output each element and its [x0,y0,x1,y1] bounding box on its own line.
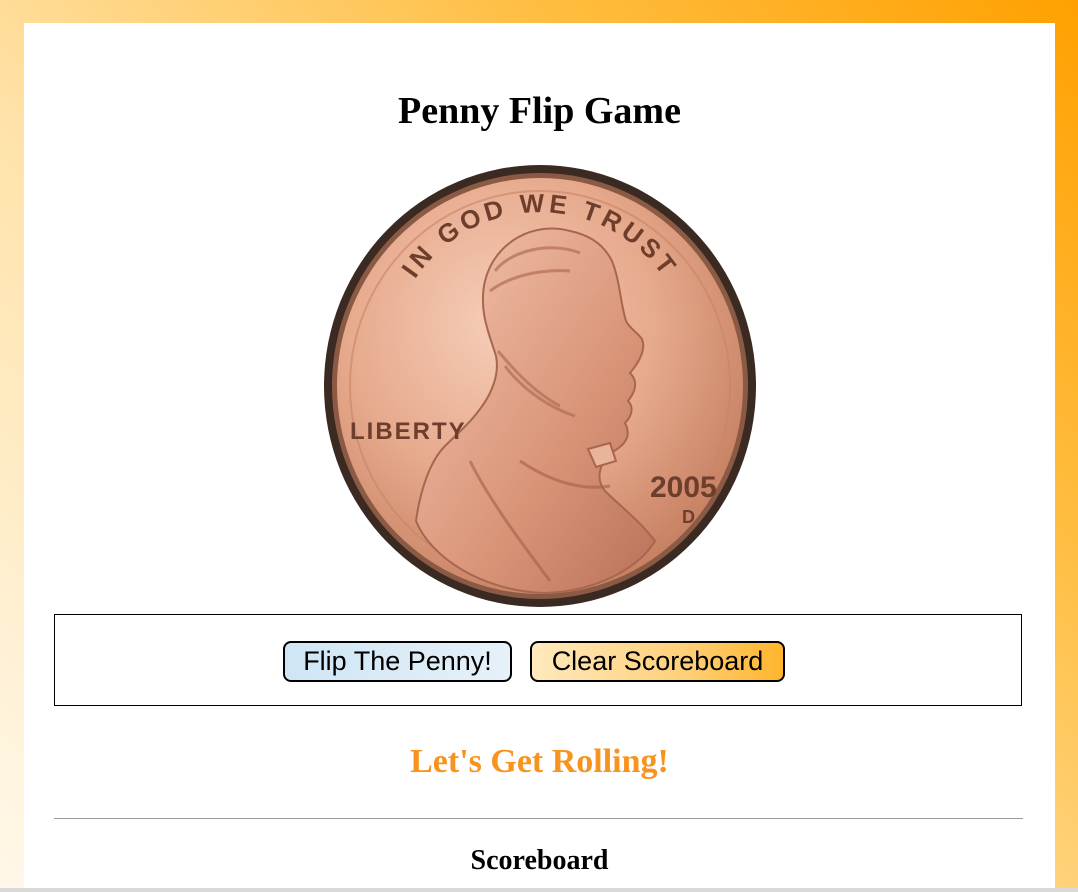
penny-image: IN GOD WE TRUST LIBERTY 2005 D [320,161,760,611]
page-title: Penny Flip Game [398,90,681,132]
divider [54,818,1023,819]
penny-heads-icon: IN GOD WE TRUST LIBERTY 2005 D [324,165,756,607]
coin-year: 2005 [650,471,717,504]
coin-mint-mark: D [682,507,695,527]
clear-scoreboard-button[interactable]: Clear Scoreboard [530,641,785,682]
horizontal-scrollbar-track [0,888,1078,892]
controls-panel: Flip The Penny! Clear Scoreboard [54,614,1022,706]
scoreboard-heading: Scoreboard [470,845,609,876]
game-card: Penny Flip Game IN GOD WE TRUST LIBERTY … [24,23,1055,892]
flip-penny-button[interactable]: Flip The Penny! [283,641,512,682]
status-message: Let's Get Rolling! [410,743,669,780]
coin-liberty: LIBERTY [350,418,467,445]
